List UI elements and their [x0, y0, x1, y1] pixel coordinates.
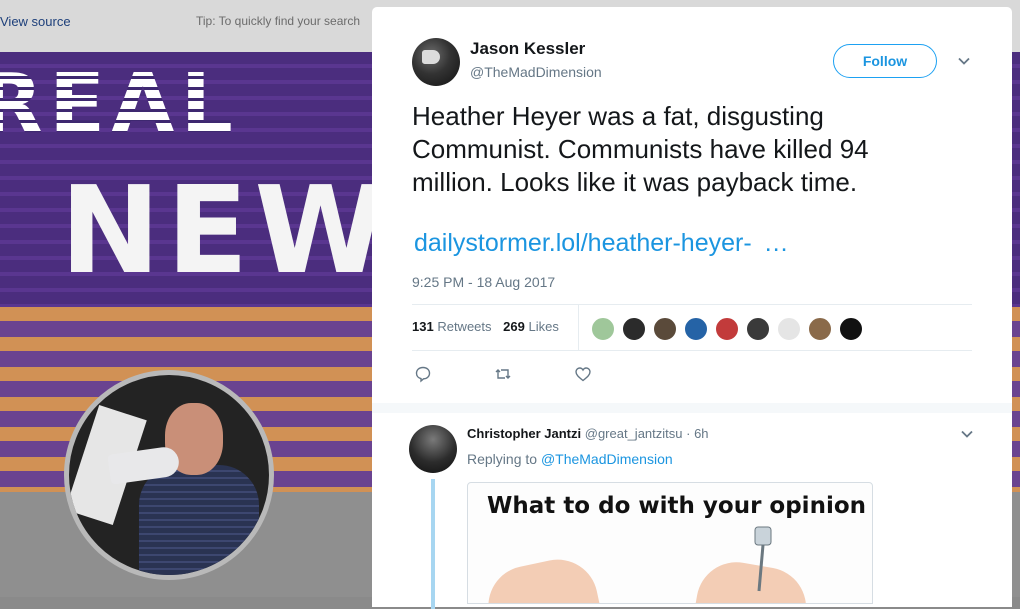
reply-chevron-down-icon[interactable]: [960, 427, 974, 441]
tweet-link-text[interactable]: dailystormer.lol/heather-heyer-: [414, 229, 752, 257]
liker-avatar[interactable]: [777, 317, 801, 341]
meme-syringe-icon: [754, 526, 772, 592]
tweet-actions: [414, 365, 654, 383]
author-name[interactable]: Jason Kessler: [470, 39, 585, 59]
retweets-label: Retweets: [437, 319, 492, 334]
avatar-shirt: [139, 465, 259, 575]
likes-stat[interactable]: 269 Likes: [503, 319, 559, 334]
likes-label: Likes: [528, 319, 559, 334]
tweet-text: Heather Heyer was a fat, disgusting Comm…: [412, 101, 869, 197]
liker-avatar[interactable]: [808, 317, 832, 341]
tweet-link[interactable]: dailystormer.lol/heather-heyer- …: [414, 229, 789, 258]
likes-count: 269: [503, 319, 525, 334]
follow-button[interactable]: Follow: [833, 44, 937, 78]
retweets-count: 131: [412, 319, 434, 334]
reply-author-handle[interactable]: @great_jantzitsu: [585, 426, 683, 441]
retweet-icon[interactable]: [494, 365, 512, 383]
view-source-link[interactable]: View source: [0, 14, 71, 29]
search-tip-text: Tip: To quickly find your search: [196, 14, 361, 28]
liker-avatar[interactable]: [684, 317, 708, 341]
like-heart-icon[interactable]: [574, 365, 592, 383]
liker-avatar[interactable]: [622, 317, 646, 341]
reply-header: Christopher Jantzi @great_jantzitsu · 6h: [467, 426, 709, 441]
replying-to-mention[interactable]: @TheMadDimension: [541, 451, 673, 467]
reply-author-name[interactable]: Christopher Jantzi: [467, 426, 581, 441]
author-handle[interactable]: @TheMadDimension: [470, 64, 602, 80]
replying-to-label: Replying to: [467, 451, 538, 467]
tweet-stats: 131 Retweets 269 Likes: [412, 319, 559, 334]
tweet-modal: Jason Kessler @TheMadDimension Follow He…: [372, 7, 1012, 609]
reply-author-avatar[interactable]: [409, 425, 457, 473]
replying-to-line: Replying to @TheMadDimension: [467, 451, 673, 467]
meme-caption: What to do with your opinion: [487, 493, 866, 519]
reply-media-image[interactable]: What to do with your opinion: [467, 482, 873, 604]
liker-avatar[interactable]: [746, 317, 770, 341]
stats-divider-bottom: [412, 350, 972, 351]
meme-hand-left: [480, 552, 602, 603]
chevron-down-icon[interactable]: [957, 54, 971, 68]
liker-avatar[interactable]: [653, 317, 677, 341]
reply-section-separator: [372, 403, 1012, 413]
tweet-link-ellipsis[interactable]: …: [764, 229, 789, 257]
liker-avatar[interactable]: [591, 317, 615, 341]
retweets-stat[interactable]: 131 Retweets: [412, 319, 492, 334]
tweet-timestamp[interactable]: 9:25 PM - 18 Aug 2017: [412, 274, 555, 290]
stats-divider-top: [412, 304, 972, 305]
liker-avatar[interactable]: [715, 317, 739, 341]
author-avatar[interactable]: [412, 38, 460, 86]
reply-thread-line: [431, 479, 435, 609]
liker-avatar[interactable]: [839, 317, 863, 341]
liker-avatars: [591, 317, 870, 341]
banner-lettering-top: REAL: [0, 57, 239, 152]
reply-icon[interactable]: [414, 365, 432, 383]
stats-separator: [578, 304, 579, 350]
reply-time[interactable]: · 6h: [686, 426, 708, 441]
profile-avatar[interactable]: [64, 370, 274, 580]
